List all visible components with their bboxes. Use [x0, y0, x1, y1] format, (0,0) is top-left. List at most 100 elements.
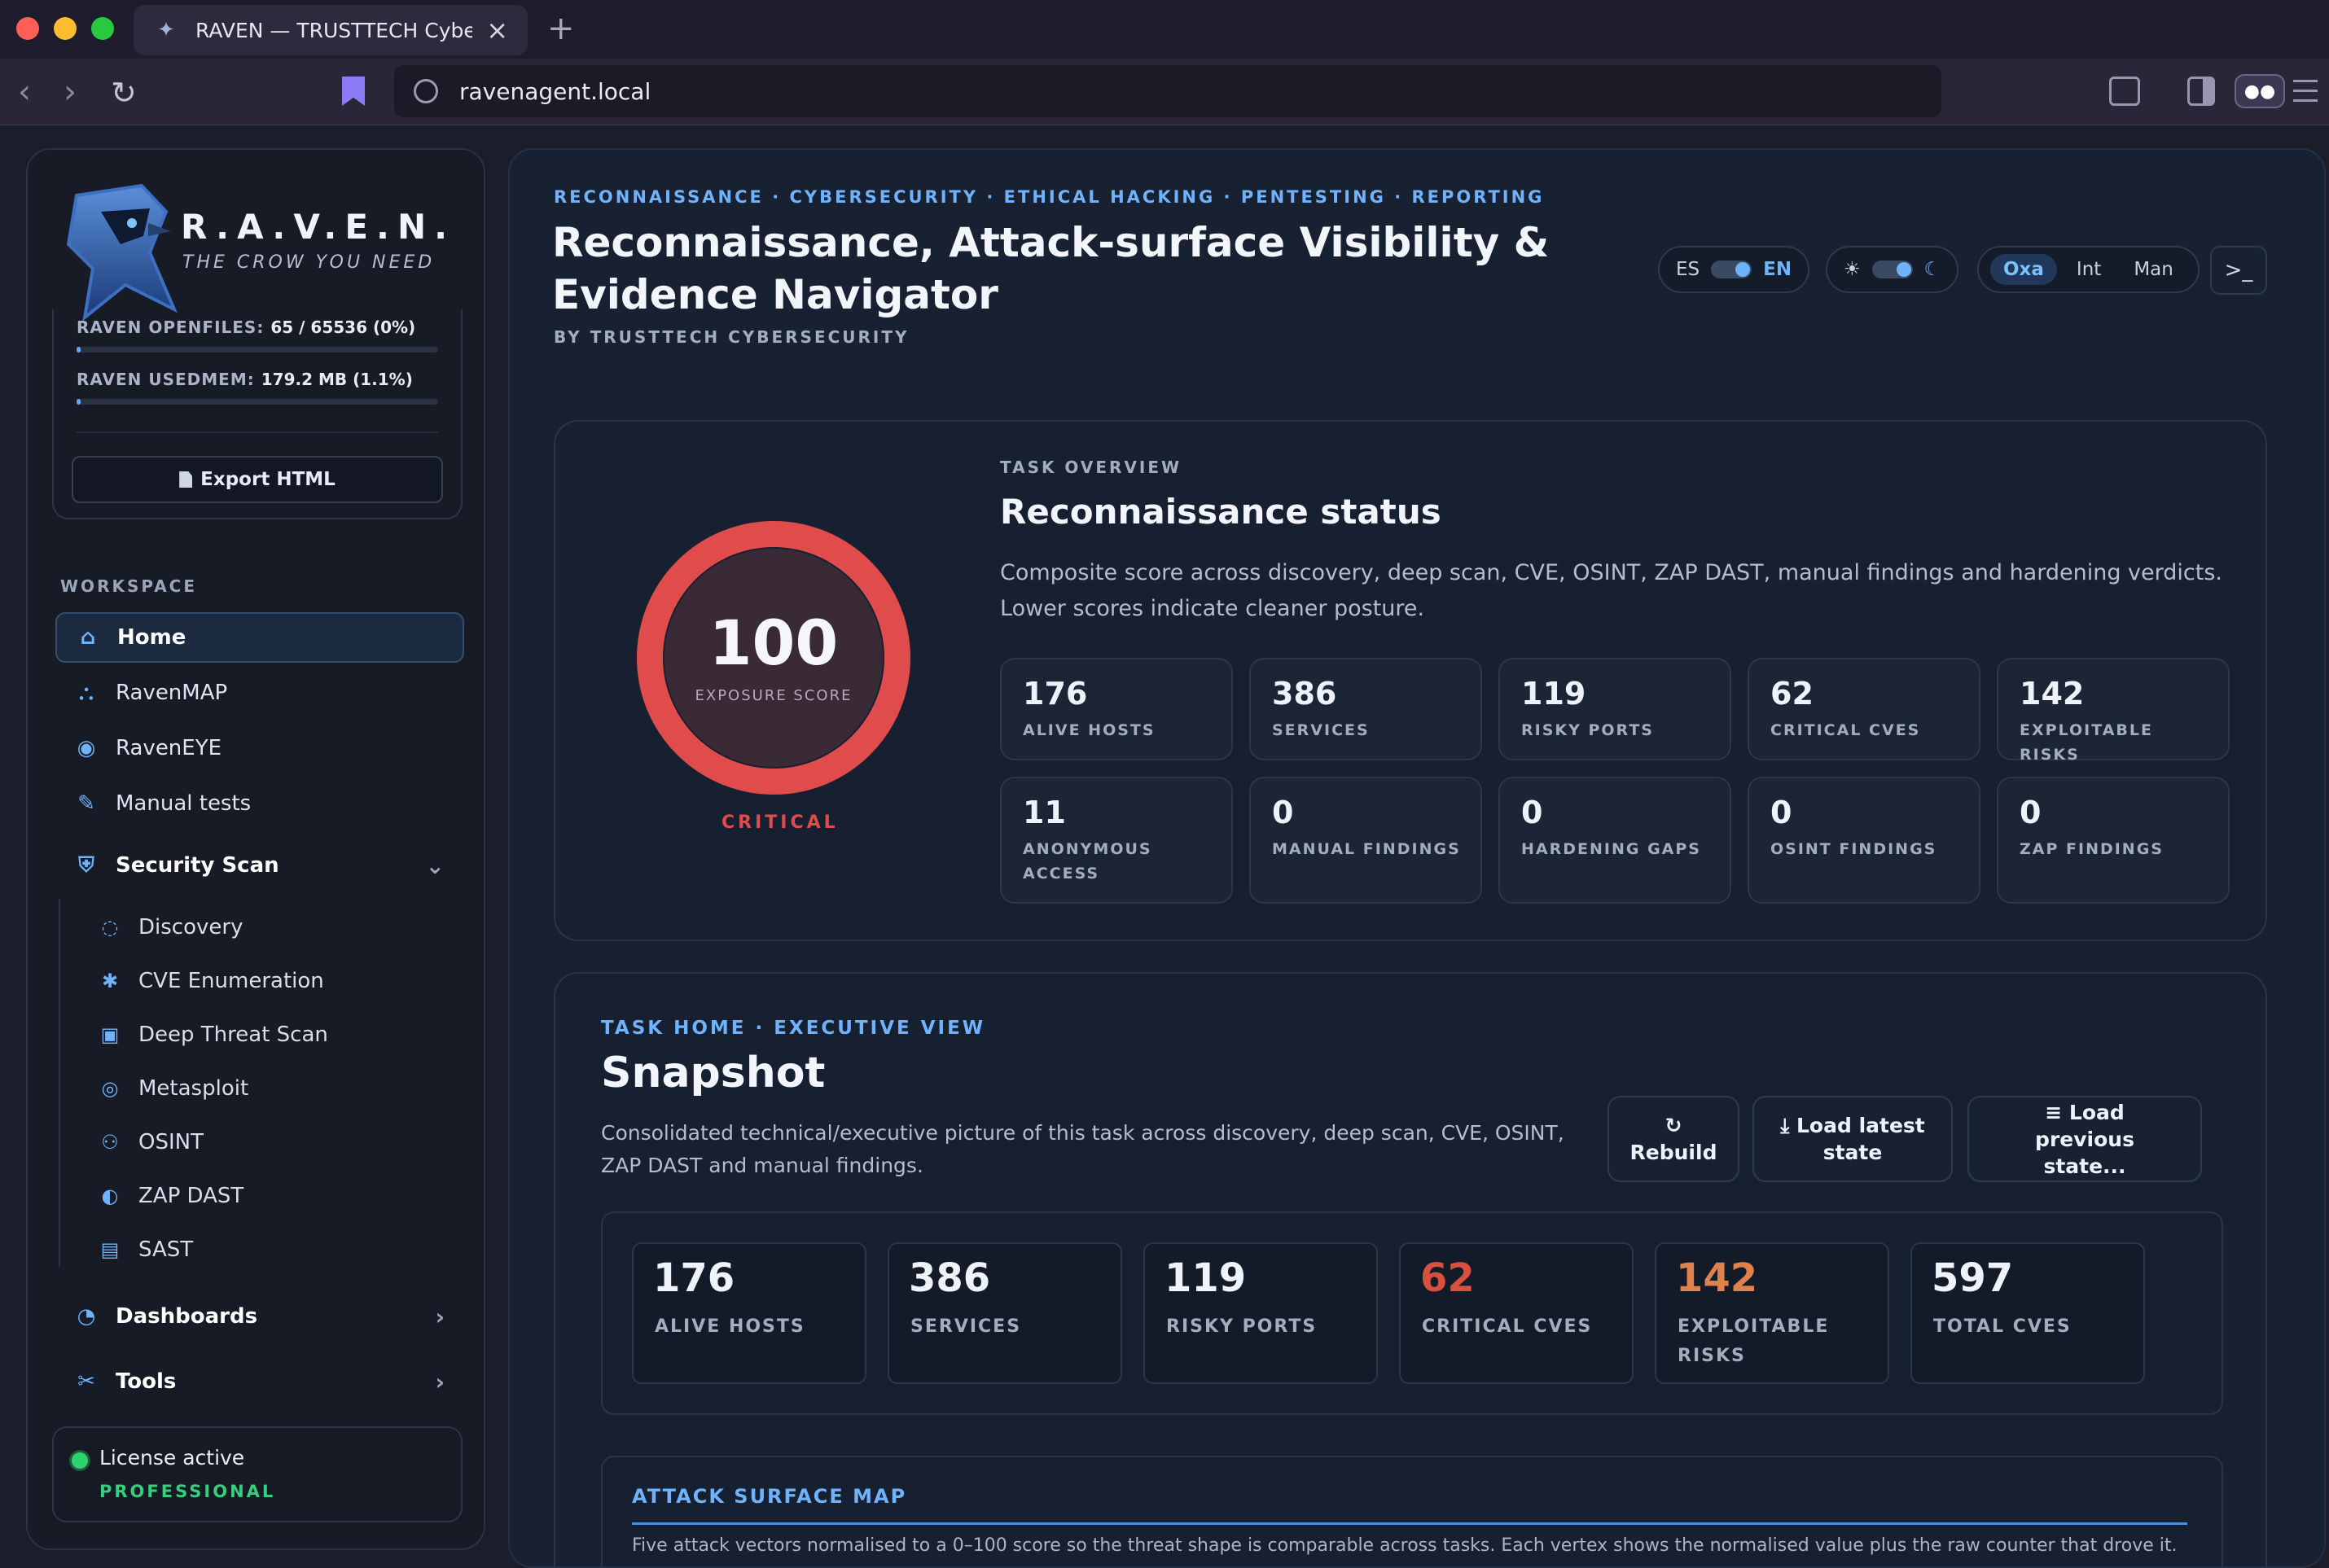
stat-exploitable-risks: 142 EXPLOITABLE RISKS [1997, 658, 2230, 764]
kpi-alive-hosts: 176 ALIVE HOSTS [632, 1242, 866, 1384]
nav-home[interactable]: ⌂ Home [55, 612, 464, 663]
mode-selector: Oxa Int Man [1977, 246, 2200, 293]
address-bar[interactable]: ravenagent.local [394, 65, 1941, 117]
kpi-total-cves: 597 TOTAL CVES [1910, 1242, 2145, 1384]
openfiles-bar-fill [77, 347, 81, 353]
overview-description: Composite score across discovery, deep s… [1000, 560, 2222, 621]
reload-icon[interactable]: ↻ [111, 75, 137, 111]
divider [77, 431, 438, 433]
subnav-sast[interactable]: ▤ SAST [98, 1229, 194, 1270]
binoculars-icon: ⚇ [101, 1131, 119, 1154]
stat-anonymous-access: 11 ANONYMOUS ACCESS [1000, 777, 1233, 904]
resource-usedmem: RAVEN USEDMEM: 179.2 MB (1.1%) [77, 370, 413, 389]
nav-raveneye[interactable]: ◉ RavenEYE [55, 723, 464, 773]
kpi-services: 386 SERVICES [888, 1242, 1122, 1384]
load-latest-state-button[interactable]: ⤓ Load latest state [1752, 1096, 1953, 1182]
moon-icon: ☾ [1923, 259, 1941, 280]
subnav-discovery[interactable]: ◌ Discovery [98, 907, 243, 948]
snapshot-title: Snapshot [601, 1049, 826, 1097]
rebuild-button[interactable]: ↻ Rebuild [1607, 1096, 1739, 1182]
chip-icon: ▣ [100, 1023, 120, 1046]
subnav-osint[interactable]: ⚇ OSINT [98, 1122, 204, 1163]
subnav-metasploit[interactable]: ◎ Metasploit [98, 1068, 249, 1109]
window-zoom-button[interactable] [91, 17, 114, 40]
document-icon [179, 471, 193, 488]
tab-close-icon[interactable]: × [486, 15, 508, 46]
window-minimize-button[interactable] [54, 17, 77, 40]
license-panel: License active PROFESSIONAL [52, 1426, 463, 1522]
chevron-right-icon: › [435, 1303, 445, 1330]
nav-ravenmap[interactable]: ⛬ RavenMAP [55, 668, 464, 718]
brand-name: R.A.V.E.N. [181, 207, 456, 247]
theme-toggle[interactable]: ☀ ☾ [1826, 246, 1959, 293]
chevron-down-icon: ⌄ [425, 852, 445, 879]
severity-label: CRITICAL [722, 812, 839, 833]
theme-switch[interactable] [1871, 261, 1913, 278]
browser-toolbar: ‹ › ↻ ravenagent.local ●● [0, 59, 2329, 125]
nav-manual-tests[interactable]: ✎ Manual tests [55, 778, 464, 829]
mode-man[interactable]: Man [2121, 254, 2186, 285]
resource-openfiles: RAVEN OPENFILES: 65 / 65536 (0%) [77, 318, 416, 337]
stat-zap-findings: 0 ZAP FINDINGS [1997, 777, 2230, 904]
load-previous-state-button[interactable]: ≡ Load previous state... [1967, 1096, 2202, 1182]
snapshot-kicker: TASK HOME · EXECUTIVE VIEW [601, 1018, 986, 1039]
nav-tools[interactable]: ✂ Tools › [55, 1356, 464, 1407]
stat-services: 386 SERVICES [1249, 658, 1482, 760]
export-html-button[interactable]: Export HTML [72, 456, 443, 503]
attack-surface-description: Five attack vectors normalised to a 0–10… [632, 1535, 2178, 1556]
bookmark-icon[interactable] [342, 77, 365, 106]
submenu-guide [59, 899, 60, 1267]
window-close-button[interactable] [16, 17, 39, 40]
openfiles-bar [77, 347, 438, 353]
forward-icon[interactable]: › [64, 73, 77, 111]
raven-favicon-icon: ✦ [157, 18, 175, 42]
snapshot-card: TASK HOME · EXECUTIVE VIEW Snapshot Cons… [554, 972, 2267, 1566]
nav-security-scan[interactable]: ⛨ Security Scan ⌄ [55, 840, 464, 891]
home-icon: ⌂ [80, 625, 96, 650]
header-tagline: RECONNAISSANCE · CYBERSECURITY · ETHICAL… [554, 187, 1545, 207]
score-label: EXPOSURE SCORE [695, 687, 853, 704]
list-icon: ≡ [2045, 1100, 2063, 1124]
mode-oxa[interactable]: Oxa [1990, 254, 2057, 285]
nav-dashboards[interactable]: ◔ Dashboards › [55, 1291, 464, 1342]
chevron-right-icon: › [435, 1368, 445, 1395]
license-tier: PROFESSIONAL [99, 1482, 276, 1501]
menu-icon[interactable] [2293, 80, 2318, 109]
kpi-critical-cves: 62 CRITICAL CVES [1399, 1242, 1634, 1384]
subnav-zap-dast[interactable]: ◐ ZAP DAST [98, 1176, 244, 1216]
sidebar-toggle-icon[interactable] [2187, 77, 2215, 106]
subnav-deep-threat-scan[interactable]: ▣ Deep Threat Scan [98, 1014, 328, 1055]
back-icon[interactable]: ‹ [18, 73, 31, 111]
page-search-icon[interactable] [2109, 77, 2140, 106]
license-status-dot [72, 1452, 88, 1469]
reader-glasses-icon[interactable]: ●● [2235, 74, 2285, 108]
overview-title: Reconnaissance status [1000, 492, 1441, 532]
tools-icon: ✂ [77, 1369, 95, 1394]
terminal-button[interactable]: >_ [2210, 246, 2267, 295]
sitemap-icon: ⛬ [78, 680, 94, 705]
shield-icon: ⛨ [78, 852, 94, 878]
workspace-label: WORKSPACE [60, 576, 198, 596]
attack-surface-rule [632, 1522, 2187, 1525]
subnav-cve-enumeration[interactable]: ✱ CVE Enumeration [98, 961, 324, 1001]
snapshot-description: Consolidated technical/executive picture… [601, 1121, 1564, 1177]
tab-title: RAVEN — TRUSTTECH Cybers [195, 18, 472, 42]
kpi-exploitable-risks: 142 EXPLOITABLE RISKS [1655, 1242, 1889, 1384]
globe-icon [414, 79, 438, 103]
overview-kicker: TASK OVERVIEW [1000, 458, 1182, 477]
score-value: 100 [709, 607, 839, 679]
main-panel: RECONNAISSANCE · CYBERSECURITY · ETHICAL… [508, 148, 2326, 1568]
language-toggle[interactable]: ES EN [1658, 246, 1810, 293]
kpi-strip: 176 ALIVE HOSTS 386 SERVICES 119 RISKY PORT… [601, 1211, 2223, 1415]
bug-icon: ✱ [101, 970, 119, 992]
new-tab-icon[interactable]: + [547, 10, 575, 47]
stat-risky-ports: 119 RISKY PORTS [1498, 658, 1731, 760]
language-switch[interactable] [1711, 261, 1752, 278]
stat-critical-cves: 62 CRITICAL CVES [1748, 658, 1980, 760]
page-title: Reconnaissance, Attack-surface Visibilit… [552, 219, 1550, 318]
usedmem-bar [77, 399, 438, 405]
mode-int[interactable]: Int [2064, 254, 2114, 285]
license-text: License active [99, 1446, 245, 1469]
browser-tab[interactable]: ✦ RAVEN — TRUSTTECH Cybers × [134, 5, 528, 55]
edit-icon: ✎ [77, 791, 95, 816]
